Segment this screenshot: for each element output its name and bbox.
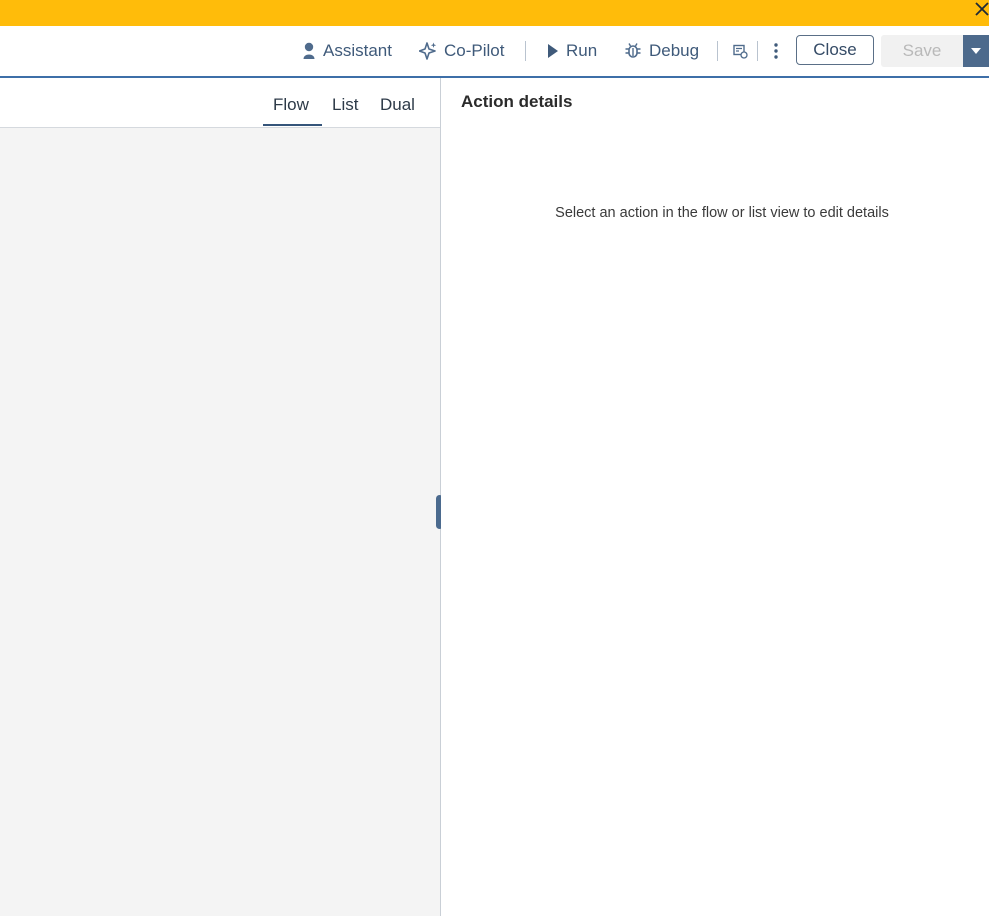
action-details-empty-message: Select an action in the flow or list vie… [555,205,889,221]
save-options-dropdown[interactable] [963,35,989,67]
run-button[interactable]: Run [547,26,597,76]
toolbar: Assistant Co-Pilot Run Debug Close Save [0,26,989,78]
debug-button[interactable]: Debug [624,26,699,76]
toolbar-divider [757,41,758,61]
toolbar-divider [525,41,526,61]
variables-button[interactable] [733,26,755,76]
copilot-sparkle-icon [419,42,437,60]
run-play-icon [548,44,558,58]
assistant-label: Assistant [323,41,392,60]
banner-close-button[interactable] [973,0,989,18]
tab-dual[interactable]: Dual [380,95,415,115]
flow-canvas-pane[interactable]: Flow List Dual [0,78,441,916]
close-button[interactable]: Close [796,35,874,65]
chevron-down-icon [971,48,981,54]
variables-icon [733,44,748,59]
more-vertical-icon [774,43,778,59]
action-details-panel: Action details Select an action in the f… [441,78,989,916]
close-icon [975,2,989,16]
assistant-button[interactable]: Assistant [302,26,392,76]
toolbar-divider [717,41,718,61]
assistant-icon [303,42,315,59]
run-label: Run [566,41,598,60]
top-banner [0,0,989,26]
debug-label: Debug [649,41,700,60]
copilot-button[interactable]: Co-Pilot [419,26,504,76]
active-tab-indicator [263,124,322,126]
tab-flow[interactable]: Flow [273,95,309,115]
view-tabs: Flow List Dual [0,78,440,128]
copilot-label: Co-Pilot [444,41,505,60]
action-details-title: Action details [461,92,573,111]
tab-list[interactable]: List [332,95,358,115]
save-button[interactable]: Save [881,35,963,67]
more-options-button[interactable] [773,26,786,76]
debug-bug-icon [625,43,641,58]
